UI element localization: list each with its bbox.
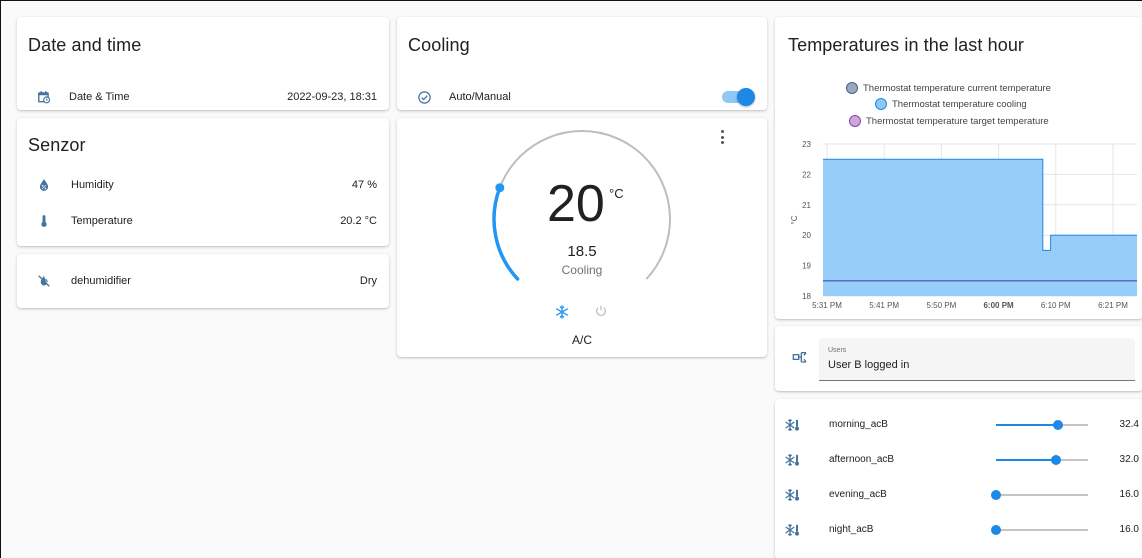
sensor-card: Senzor Humidity 47 % Temperature 20.2 °C [17,118,389,246]
users-select[interactable]: Users User B logged in [819,338,1135,381]
dehumidifier-label: dehumidifier [71,275,131,287]
target-temperature-value: 20 [547,175,605,233]
check-circle-outline-icon [416,89,432,105]
auto-manual-row: Auto/Manual [416,85,756,109]
dial-current-marker [495,183,505,193]
slider-fill [996,459,1056,461]
power-icon[interactable] [594,304,608,323]
slider-track[interactable] [996,455,1088,465]
slider-track[interactable] [991,490,1088,500]
snowflake-thermometer-icon [784,452,800,471]
slider-label: night_acB [829,524,874,535]
legend-current-temperature[interactable]: Thermostat temperature current temperatu… [846,82,1051,94]
slider-row: morning_acB 32.4 [775,413,1142,437]
hvac-action: Cooling [561,263,603,277]
thermometer-icon [36,213,52,229]
history-card-title: Temperatures in the last hour [788,35,1025,55]
snowflake-thermometer-icon [784,487,800,506]
users-select-value: User B logged in [828,359,910,371]
toggle-knob [737,88,755,106]
cooling-card-title: Cooling [408,35,470,55]
y-axis-label: °C [790,215,799,224]
y-tick-label: 19 [802,262,811,271]
humidity-row[interactable]: Humidity 47 % [36,173,377,197]
cooling-card: Cooling Auto/Manual [397,17,767,110]
slider-value: 16.0 [1119,524,1139,535]
auto-manual-label: Auto/Manual [449,91,511,103]
humidity-label: Humidity [71,179,114,191]
y-tick-label: 18 [802,292,811,301]
temperature-label: Temperature [71,215,133,227]
slider-thumb[interactable] [991,490,1001,500]
x-tick-label: 5:50 PM [927,301,957,310]
slider-fill [996,424,1058,426]
dashboard: Date and time Date & Time 2022-09-23, 18… [0,0,1142,558]
slider-value: 32.4 [1119,419,1139,430]
target-temperature: 20 [547,174,605,234]
y-tick-label: 23 [802,140,811,149]
legend-cooling[interactable]: Thermostat temperature cooling [875,98,1027,110]
dehumidifier-row[interactable]: dehumidifier Dry [36,269,377,293]
users-card: Users User B logged in [775,326,1142,391]
snowflake-thermometer-icon [784,522,800,541]
temperature-row[interactable]: Temperature 20.2 °C [36,209,377,233]
sensor-card-title: Senzor [28,135,86,155]
temperature-chart[interactable]: 18 19 20 21 22 23 5:31 PM 5:41 PM 5:50 PM 6:00 PM… [775,129,1142,319]
y-tick-label: 20 [802,231,811,240]
slider-thumb[interactable] [1052,420,1063,430]
x-tick-label: 5:41 PM [869,301,899,310]
slider-label: afternoon_acB [829,454,895,465]
hvac-mode-label: A/C [571,333,592,347]
datetime-row[interactable]: Date & Time 2022-09-23, 18:31 [36,85,377,109]
datetime-card: Date and time Date & Time 2022-09-23, 18… [17,17,389,110]
x-tick-label: 6:10 PM [1041,301,1071,310]
slider-row: evening_acB 16.0 [775,483,1142,507]
slider-thumb[interactable] [1050,455,1061,465]
slider-row: night_acB 16.0 [775,518,1142,542]
target-temperature-unit: °C [609,186,624,201]
datetime-label: Date & Time [69,91,130,103]
snowflake-thermometer-icon [784,417,800,436]
thermostat-card: 20 °C 18.5 Cooling A/C [397,118,767,357]
legend-target-temperature[interactable]: Thermostat temperature target temperatur… [849,115,1049,127]
thermostat-dial[interactable] [397,118,767,357]
x-tick-label: 6:21 PM [1098,301,1128,310]
y-tick-label: 22 [802,170,811,179]
slider-label: evening_acB [829,489,887,500]
slider-track[interactable] [996,420,1088,430]
users-select-label: Users [828,347,847,354]
temperature-value: 20.2 °C [340,215,377,227]
history-graph-card: Temperatures in the last hour Thermostat… [775,17,1142,319]
datetime-value: 2022-09-23, 18:31 [287,91,377,103]
legend-label: Thermostat temperature cooling [892,98,1027,110]
legend-label: Thermostat temperature current temperatu… [863,82,1051,94]
legend-swatch [849,115,861,127]
legend-swatch [846,82,858,94]
dehumidifier-value: Dry [359,275,377,287]
dehumidifier-card: dehumidifier Dry [17,254,389,308]
sliders-card: morning_acB 32.4 afternoon_acB 32.0 evening_… [775,399,1142,558]
account-switch-icon [792,350,808,371]
slider-label: morning_acB [829,419,888,430]
slider-track[interactable] [991,525,1088,535]
cooling-series-area [823,159,1137,296]
x-tick-label: 6:00 PM [983,301,1014,310]
water-percent-icon [36,177,52,193]
x-tick-label: 5:31 PM [812,301,842,310]
snowflake-icon[interactable] [554,304,570,325]
slider-value: 32.0 [1119,454,1139,465]
slider-thumb[interactable] [991,525,1001,535]
water-off-icon [36,273,52,289]
slider-row: afternoon_acB 32.0 [775,448,1142,472]
calendar-clock-icon [36,89,52,105]
legend-label: Thermostat temperature target temperatur… [866,115,1049,127]
current-temperature: 18.5 [567,243,597,260]
legend-swatch [875,98,887,110]
auto-manual-toggle[interactable] [722,88,755,106]
datetime-card-title: Date and time [28,35,142,55]
slider-value: 16.0 [1119,489,1139,500]
humidity-value: 47 % [351,179,377,191]
y-tick-label: 21 [802,201,811,210]
